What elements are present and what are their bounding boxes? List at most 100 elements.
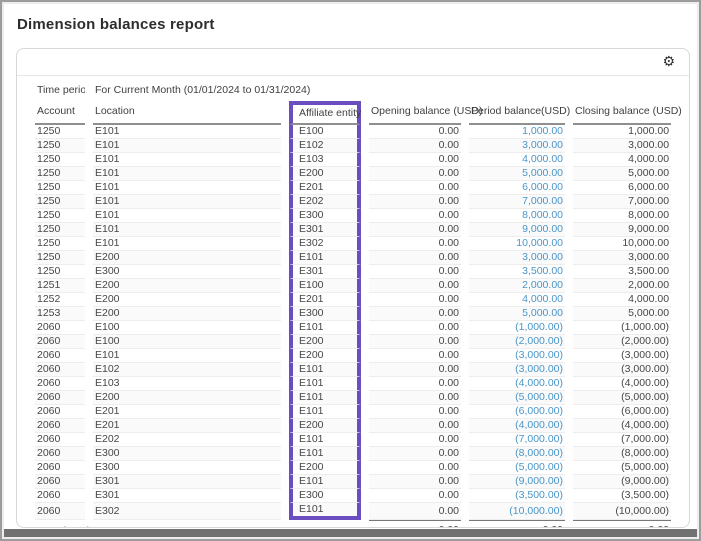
grand-total-opening: 0.00 xyxy=(369,520,461,528)
account-cell: 1250 xyxy=(35,251,85,265)
period-balance-cell[interactable]: 2,000.00 xyxy=(469,279,565,293)
opening-balance-cell: 0.00 xyxy=(369,125,461,139)
account-cell: 2060 xyxy=(35,377,85,391)
gear-icon[interactable]: ⚙ xyxy=(662,54,675,70)
account-cell: 1251 xyxy=(35,279,85,293)
closing-balance-cell: 10,000.00 xyxy=(573,237,671,251)
table-row: 1250E101E1020.003,000.003,000.00 xyxy=(35,139,671,153)
affiliate-entity-cell: E200 xyxy=(289,349,361,363)
account-cell: 1252 xyxy=(35,293,85,307)
account-cell: 2060 xyxy=(35,433,85,447)
location-cell: E102 xyxy=(93,363,281,377)
card-toolbar: ⚙ xyxy=(17,49,689,75)
period-balance-cell[interactable]: 6,000.00 xyxy=(469,181,565,195)
account-cell: 1250 xyxy=(35,125,85,139)
period-balance-cell[interactable]: (3,000.00) xyxy=(469,363,565,377)
location-cell: E101 xyxy=(93,139,281,153)
grand-total-closing: 0.00 xyxy=(573,520,671,528)
closing-balance-cell: 8,000.00 xyxy=(573,209,671,223)
period-balance-cell[interactable]: 5,000.00 xyxy=(469,307,565,321)
period-balance-cell[interactable]: 3,000.00 xyxy=(469,139,565,153)
period-balance-cell[interactable]: (4,000.00) xyxy=(469,377,565,391)
table-row: 2060E201E1010.00(6,000.00)(6,000.00) xyxy=(35,405,671,419)
period-balance-cell[interactable]: (5,000.00) xyxy=(469,391,565,405)
opening-balance-cell: 0.00 xyxy=(369,391,461,405)
grand-total-label: Grand total xyxy=(35,520,281,528)
location-cell: E101 xyxy=(93,181,281,195)
table-row: 1250E101E1000.001,000.001,000.00 xyxy=(35,125,671,139)
table-row: 2060E102E1010.00(3,000.00)(3,000.00) xyxy=(35,363,671,377)
period-balance-cell[interactable]: 3,500.00 xyxy=(469,265,565,279)
period-balance-cell[interactable]: (1,000.00) xyxy=(469,321,565,335)
opening-balance-cell: 0.00 xyxy=(369,335,461,349)
period-balance-cell[interactable]: 5,000.00 xyxy=(469,167,565,181)
period-balance-cell[interactable]: (10,000.00) xyxy=(469,503,565,520)
opening-balance-cell: 0.00 xyxy=(369,265,461,279)
period-balance-cell[interactable]: 7,000.00 xyxy=(469,195,565,209)
time-period-value: For Current Month (01/01/2024 to 01/31/2… xyxy=(93,80,671,101)
account-cell: 2060 xyxy=(35,321,85,335)
table-row: 2060E301E3000.00(3,500.00)(3,500.00) xyxy=(35,489,671,503)
closing-balance-cell: (5,000.00) xyxy=(573,461,671,475)
period-balance-cell[interactable]: (3,500.00) xyxy=(469,489,565,503)
period-balance-cell[interactable]: (5,000.00) xyxy=(469,461,565,475)
period-balance-cell[interactable]: 9,000.00 xyxy=(469,223,565,237)
period-balance-cell[interactable]: 4,000.00 xyxy=(469,153,565,167)
page-title: Dimension balances report xyxy=(17,16,215,33)
period-balance-cell[interactable]: 3,000.00 xyxy=(469,251,565,265)
title-bar: Dimension balances report xyxy=(2,2,699,46)
report-area: Time period For Current Month (01/01/202… xyxy=(17,76,689,528)
closing-balance-cell: (8,000.00) xyxy=(573,447,671,461)
window-bottom-bar xyxy=(4,529,697,537)
location-cell: E101 xyxy=(93,223,281,237)
table-row: 1250E300E3010.003,500.003,500.00 xyxy=(35,265,671,279)
period-balance-cell[interactable]: (2,000.00) xyxy=(469,335,565,349)
affiliate-entity-cell: E100 xyxy=(289,279,361,293)
period-balance-cell[interactable]: (4,000.00) xyxy=(469,419,565,433)
report-window: Dimension balances report ⚙ Time period … xyxy=(0,0,701,541)
column-header-closing-balance: Closing balance (USD) xyxy=(573,101,671,125)
closing-balance-cell: (9,000.00) xyxy=(573,475,671,489)
period-balance-cell[interactable]: (6,000.00) xyxy=(469,405,565,419)
closing-balance-cell: 5,000.00 xyxy=(573,167,671,181)
period-balance-cell[interactable]: 1,000.00 xyxy=(469,125,565,139)
time-period-row: Time period For Current Month (01/01/202… xyxy=(35,80,671,101)
period-balance-cell[interactable]: 10,000.00 xyxy=(469,237,565,251)
account-cell: 1250 xyxy=(35,139,85,153)
period-balance-cell[interactable]: (9,000.00) xyxy=(469,475,565,489)
account-cell: 1250 xyxy=(35,153,85,167)
affiliate-entity-cell: E200 xyxy=(289,419,361,433)
table-row: 2060E100E2000.00(2,000.00)(2,000.00) xyxy=(35,335,671,349)
affiliate-entity-cell: E202 xyxy=(289,195,361,209)
grand-total-affiliate-spacer xyxy=(289,520,361,528)
table-header-row: Account Location Affiliate entity Openin… xyxy=(35,101,671,125)
location-cell: E300 xyxy=(93,447,281,461)
closing-balance-cell: 7,000.00 xyxy=(573,195,671,209)
account-cell: 2060 xyxy=(35,447,85,461)
closing-balance-cell: 2,000.00 xyxy=(573,279,671,293)
account-cell: 1250 xyxy=(35,265,85,279)
closing-balance-cell: 3,000.00 xyxy=(573,251,671,265)
column-header-period-balance: Period balance(USD) xyxy=(469,101,565,125)
account-cell: 1250 xyxy=(35,195,85,209)
table-row: 2060E201E2000.00(4,000.00)(4,000.00) xyxy=(35,419,671,433)
location-cell: E302 xyxy=(93,503,281,520)
account-cell: 2060 xyxy=(35,489,85,503)
opening-balance-cell: 0.00 xyxy=(369,167,461,181)
account-cell: 2060 xyxy=(35,405,85,419)
period-balance-cell[interactable]: (8,000.00) xyxy=(469,447,565,461)
table-row: 1250E101E3000.008,000.008,000.00 xyxy=(35,209,671,223)
table-row: 1250E101E2000.005,000.005,000.00 xyxy=(35,167,671,181)
period-balance-cell[interactable]: 4,000.00 xyxy=(469,293,565,307)
period-balance-cell[interactable]: 8,000.00 xyxy=(469,209,565,223)
period-balance-cell[interactable]: (7,000.00) xyxy=(469,433,565,447)
period-balance-cell[interactable]: (3,000.00) xyxy=(469,349,565,363)
location-cell: E300 xyxy=(93,461,281,475)
account-cell: 2060 xyxy=(35,461,85,475)
location-cell: E101 xyxy=(93,153,281,167)
closing-balance-cell: 3,000.00 xyxy=(573,139,671,153)
affiliate-entity-cell: E101 xyxy=(289,405,361,419)
column-header-opening-balance: Opening balance (USD) xyxy=(369,101,461,125)
closing-balance-cell: (10,000.00) xyxy=(573,503,671,520)
account-cell: 1250 xyxy=(35,237,85,251)
